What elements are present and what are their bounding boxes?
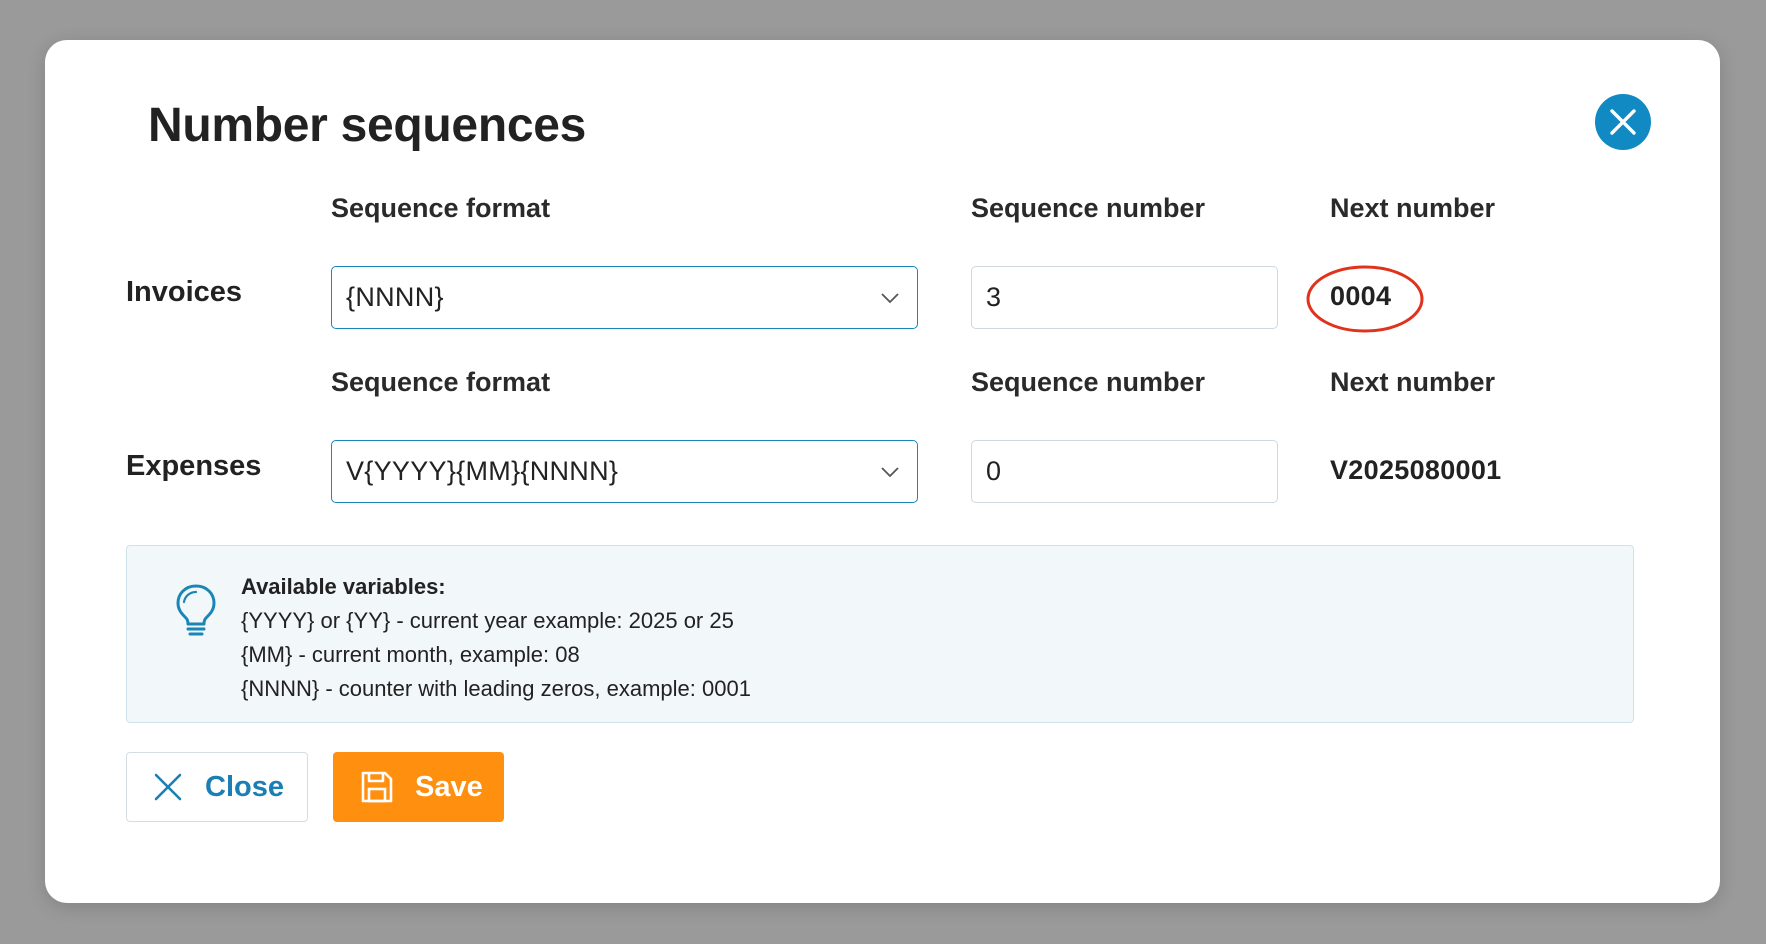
chevron-down-icon — [881, 292, 899, 303]
info-line: {YYYY} or {YY} - current year example: 2… — [241, 608, 734, 633]
info-line: {MM} - current month, example: 08 — [241, 642, 580, 667]
info-line: {NNNN} - counter with leading zeros, exa… — [241, 676, 751, 701]
invoices-next-label: Next number — [1330, 193, 1496, 223]
info-title: Available variables: — [241, 574, 446, 599]
close-button-label: Close — [205, 770, 284, 803]
expenses-format-select[interactable]: V{YYYY}{MM}{NNNN} — [331, 440, 918, 503]
expenses-format-value: V{YYYY}{MM}{NNNN} — [346, 456, 619, 486]
number-sequences-dialog: Number sequences Sequence format Sequenc… — [45, 40, 1720, 903]
expenses-sequence-number-input[interactable] — [971, 440, 1278, 503]
save-icon — [361, 771, 393, 803]
expenses-number-label: Sequence number — [971, 367, 1206, 397]
expenses-row-label: Expenses — [126, 450, 262, 482]
lightbulb-icon — [176, 584, 216, 636]
chevron-down-icon — [881, 466, 899, 477]
invoices-format-select[interactable]: {NNNN} — [331, 266, 918, 329]
invoices-format-label: Sequence format — [331, 193, 551, 223]
variables-info-box: Available variables: {YYYY} or {YY} - cu… — [126, 545, 1634, 723]
dialog-close-button[interactable] — [1595, 94, 1651, 150]
expenses-next-number-value: V2025080001 — [1330, 455, 1502, 485]
expenses-next-label: Next number — [1330, 367, 1496, 397]
invoices-format-value: {NNNN} — [346, 282, 444, 312]
save-button-label: Save — [415, 770, 483, 803]
page-title: Number sequences — [148, 99, 587, 152]
invoices-sequence-number-input[interactable] — [971, 266, 1278, 329]
highlight-circle-annotation — [1306, 265, 1424, 333]
invoices-number-label: Sequence number — [971, 193, 1206, 223]
save-button[interactable]: Save — [333, 752, 504, 822]
expenses-format-label: Sequence format — [331, 367, 551, 397]
info-text: Available variables: {YYYY} or {YY} - cu… — [241, 570, 751, 706]
invoices-row-label: Invoices — [126, 276, 243, 308]
close-icon — [1610, 109, 1636, 135]
close-icon — [154, 773, 182, 801]
close-button[interactable]: Close — [126, 752, 308, 822]
